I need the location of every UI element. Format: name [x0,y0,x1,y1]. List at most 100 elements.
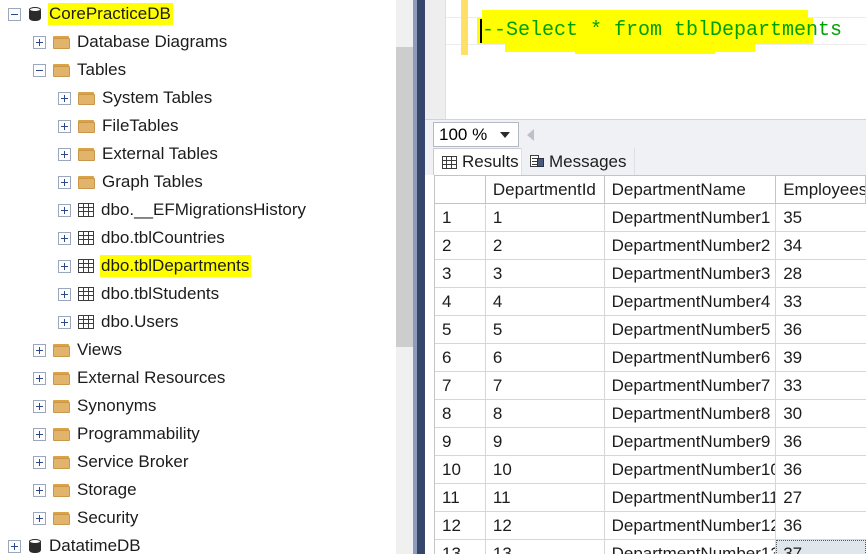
grid-row-number[interactable]: 8 [435,400,486,427]
tree-node[interactable]: Synonyms [0,392,396,420]
tree-node[interactable]: CorePracticeDB [0,0,396,28]
grid-row-number[interactable]: 2 [435,232,486,259]
grid-cell[interactable]: DepartmentNumber6 [605,344,777,371]
zoom-level-combobox[interactable]: 100 % [433,122,519,147]
grid-row[interactable]: 2 2 DepartmentNumber2 34 [435,232,866,260]
tree-node[interactable]: Storage [0,476,396,504]
grid-cell[interactable]: DepartmentNumber11 [605,484,777,511]
grid-cell[interactable]: DepartmentNumber7 [605,372,777,399]
object-explorer-scrollbar[interactable] [396,0,413,554]
grid-cell[interactable]: DepartmentNumber12 [605,512,777,539]
expand-icon[interactable] [33,399,46,413]
grid-row[interactable]: 5 5 DepartmentNumber5 36 [435,316,866,344]
grid-row-number[interactable]: 13 [435,540,486,554]
grid-row[interactable]: 12 12 DepartmentNumber12 36 [435,512,866,540]
grid-cell[interactable]: 28 [776,260,866,287]
grid-column-header[interactable]: DepartmentName [605,176,777,203]
grid-cell[interactable]: DepartmentNumber9 [605,428,777,455]
grid-row[interactable]: 1 1 DepartmentNumber1 35 [435,204,866,232]
grid-row[interactable]: 6 6 DepartmentNumber6 39 [435,344,866,372]
grid-cell[interactable]: 5 [486,316,605,343]
grid-cell[interactable]: 30 [776,400,866,427]
grid-cell[interactable]: DepartmentNumber13 [605,540,777,554]
tree-node[interactable]: Security [0,504,396,532]
grid-cell[interactable]: 7 [486,372,605,399]
grid-cell[interactable]: 36 [776,316,866,343]
grid-row-number[interactable]: 5 [435,316,486,343]
grid-cell[interactable]: 3 [486,260,605,287]
grid-row-number[interactable]: 3 [435,260,486,287]
grid-cell[interactable]: 36 [776,512,866,539]
collapse-icon[interactable] [8,7,21,21]
grid-row[interactable]: 10 10 DepartmentNumber10 36 [435,456,866,484]
tree-node[interactable]: Graph Tables [0,168,396,196]
grid-cell[interactable]: 36 [776,428,866,455]
grid-column-header[interactable] [435,176,486,203]
expand-icon[interactable] [58,259,71,273]
grid-cell[interactable]: 2 [486,232,605,259]
expand-icon[interactable] [58,175,71,189]
tree-node[interactable]: External Tables [0,140,396,168]
grid-row-number[interactable]: 9 [435,428,486,455]
expand-icon[interactable] [58,119,71,133]
grid-row-number[interactable]: 7 [435,372,486,399]
grid-cell[interactable]: DepartmentNumber5 [605,316,777,343]
grid-cell[interactable]: 33 [776,288,866,315]
tree-node[interactable]: Service Broker [0,448,396,476]
grid-cell[interactable]: 8 [486,400,605,427]
grid-row[interactable]: 13 13 DepartmentNumber13 37 [435,540,866,554]
grid-row[interactable]: 4 4 DepartmentNumber4 33 [435,288,866,316]
grid-cell[interactable]: 4 [486,288,605,315]
grid-row-number[interactable]: 11 [435,484,486,511]
grid-row[interactable]: 8 8 DepartmentNumber8 30 [435,400,866,428]
expand-icon[interactable] [33,483,46,497]
tab-results[interactable]: Results [433,148,528,175]
grid-cell[interactable]: 9 [486,428,605,455]
tree-node[interactable]: Tables [0,56,396,84]
tree-node[interactable]: DatatimeDB [0,532,396,554]
grid-row-number[interactable]: 10 [435,456,486,483]
tree-node[interactable]: dbo.Users [0,308,396,336]
expand-icon[interactable] [58,287,71,301]
grid-cell[interactable]: 27 [776,484,866,511]
tree-node[interactable]: System Tables [0,84,396,112]
sql-editor[interactable]: --Select * from tblDepartments [425,0,866,119]
grid-cell[interactable]: 33 [776,372,866,399]
grid-row[interactable]: 11 11 DepartmentNumber11 27 [435,484,866,512]
grid-cell[interactable]: 37 [776,540,866,554]
object-explorer-tree[interactable]: CorePracticeDB Database Diagrams Tables Sys… [0,0,396,554]
grid-column-header[interactable]: DepartmentId [486,176,605,203]
grid-cell[interactable]: DepartmentNumber3 [605,260,777,287]
sql-comment-line[interactable]: --Select * from tblDepartments [482,19,842,43]
grid-row[interactable]: 9 9 DepartmentNumber9 36 [435,428,866,456]
chevron-down-icon[interactable] [500,131,510,138]
grid-cell[interactable]: DepartmentNumber10 [605,456,777,483]
grid-row[interactable]: 7 7 DepartmentNumber7 33 [435,372,866,400]
expand-icon[interactable] [58,231,71,245]
grid-cell[interactable]: 10 [486,456,605,483]
expand-icon[interactable] [33,371,46,385]
pane-splitter[interactable] [413,0,425,554]
collapse-icon[interactable] [33,63,46,77]
grid-row[interactable]: 3 3 DepartmentNumber3 28 [435,260,866,288]
grid-cell[interactable]: 36 [776,456,866,483]
expand-icon[interactable] [8,539,21,553]
grid-cell[interactable]: DepartmentNumber8 [605,400,777,427]
expand-icon[interactable] [33,343,46,357]
expand-icon[interactable] [58,147,71,161]
grid-row-number[interactable]: 4 [435,288,486,315]
expand-icon[interactable] [33,511,46,525]
splitter-left-arrow-icon[interactable] [527,129,534,141]
grid-cell[interactable]: 34 [776,232,866,259]
tab-messages[interactable]: Messages [521,148,636,175]
grid-cell[interactable]: 1 [486,204,605,231]
expand-icon[interactable] [33,35,46,49]
expand-icon[interactable] [58,91,71,105]
grid-cell[interactable]: DepartmentNumber2 [605,232,777,259]
results-grid[interactable]: DepartmentIdDepartmentNameEmployeesC11De… [434,175,866,554]
grid-cell[interactable]: 39 [776,344,866,371]
tree-node[interactable]: dbo.tblCountries [0,224,396,252]
grid-cell[interactable]: 35 [776,204,866,231]
tree-node[interactable]: Database Diagrams [0,28,396,56]
expand-icon[interactable] [58,203,71,217]
